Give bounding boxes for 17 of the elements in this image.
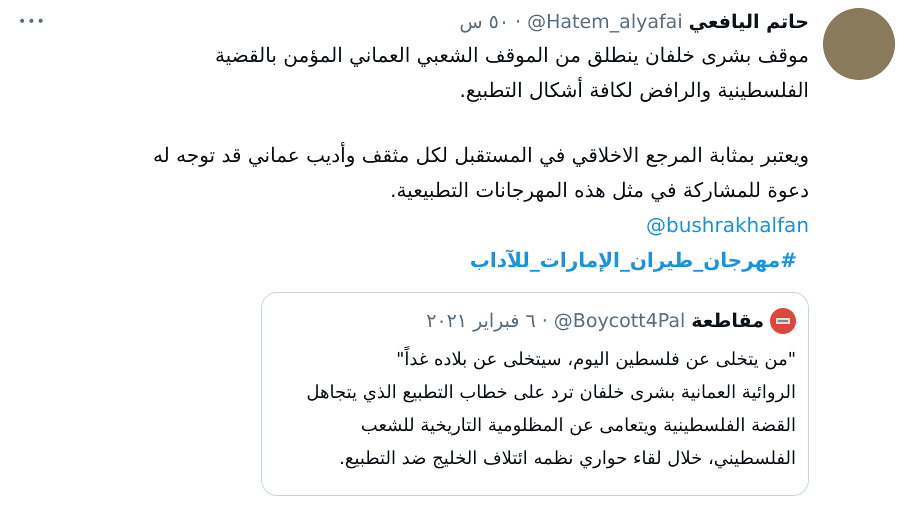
more-options-icon[interactable]: ••• [18,14,46,30]
tweet-time[interactable]: ٥٠ س [459,11,510,33]
author-handle[interactable]: @Hatem_alyafai [527,11,683,33]
quoted-tweet-text: "من يتخلى عن فلسطين اليوم، سيتخلى عن بلاده غداً" [270,343,796,376]
separator-dot: · [515,11,522,33]
quoted-date: ٦ فبراير ٢٠٢١ [426,310,536,332]
logo-icon [770,308,796,334]
quoted-author-name: مقاطعة [691,310,764,332]
tweet-text: ويعتبر بمثابة المرجع الاخلاقي في المستقبل لكل مثقف وأديب عماني قد توجه له دعوة للمشاركة في مثل هذه المهرجانات التطبيعية. [152,141,809,204]
separator-dot: · [542,310,548,332]
author-name[interactable]: حاتم اليافعي [688,11,809,33]
quoted-tweet-card[interactable] [261,292,809,496]
quoted-author-handle: @Boycott4Pal [554,310,686,332]
quoted-tweet-text: الروائية العمانية بشرى خلفان ترد على خطاب التطبيع الذي يتجاهل القضة الفلسطينية ويتعامى عن المظلومية التاريخية للشعب الفلسطيني، خلال لقاء حواري نظمه ائتلاف الخليج ضد التطبيع. [305,381,796,471]
tweet-text: موقف بشرى خلفان ينطلق من الموقف الشعبي العماني المؤمن بالقضية الفلسطينية والرافض لكافة أشكال التطبيع. [214,42,809,104]
mention-link[interactable]: @bushrakhalfan [646,208,809,243]
hashtag-link[interactable]: #مهرجان_طيران_الإمارات_للآداب [470,243,797,278]
